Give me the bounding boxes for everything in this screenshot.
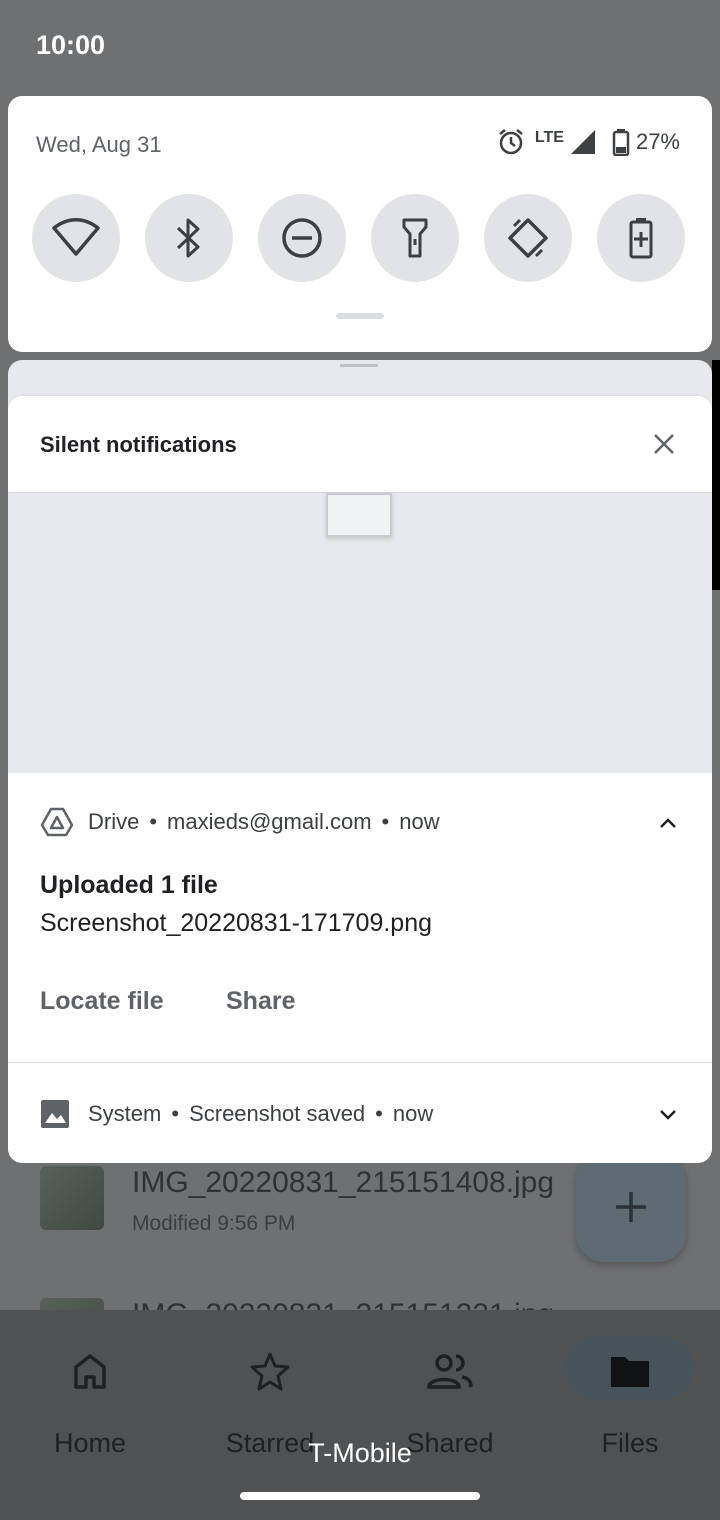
drive-icon [40,807,74,837]
people-icon [427,1354,473,1389]
notification-title: Uploaded 1 file [40,871,218,899]
blank-notification-area [8,492,712,773]
silent-notifications-header: Silent notifications [8,396,712,492]
date-label: Wed, Aug 31 [36,132,162,157]
collapse-button[interactable] [656,811,680,835]
separator-dot: • [171,1101,180,1126]
app-name: System [88,1101,162,1126]
file-thumbnail [40,1166,104,1230]
wifi-tile[interactable] [32,194,120,282]
network-type: LTE [534,129,564,146]
chevron-up-icon [660,818,676,828]
home-icon [74,1354,106,1389]
flashlight-tile[interactable] [371,194,459,282]
bluetooth-tile[interactable] [145,194,233,282]
image-icon [41,1100,69,1128]
expand-handle[interactable] [336,313,384,319]
share-button[interactable]: Share [226,987,295,1016]
divider [340,364,378,367]
signal-icon [570,130,595,154]
alarm-icon [499,129,523,155]
background-edge [712,360,720,590]
battery-icon [612,129,630,156]
flashlight-icon [402,218,428,258]
file-name: IMG_20220831_215151408.jpg [132,1166,555,1199]
file-thumbnail [40,1298,104,1310]
status-time: 10:00 [36,30,106,60]
battery-saver-tile[interactable] [597,194,685,282]
account-email: maxieds@gmail.com [167,809,372,834]
folder-icon [611,1357,649,1387]
bluetooth-icon [176,218,200,258]
clear-silent-button[interactable] [644,424,684,464]
carrier-label: T-Mobile [308,1438,412,1468]
bottom-navigation: Home Starred Shared Files [0,1310,720,1520]
separator-dot: • [375,1101,383,1126]
notification-time: now [399,809,440,834]
drive-notification[interactable]: Drive • maxieds@gmail.com • now Uploaded… [8,773,712,1063]
gesture-home-bar[interactable] [240,1492,480,1500]
file-row[interactable]: IMG_20220831_215151408.jpg Modified 9:56… [40,1166,554,1236]
separator-dot: • [149,809,158,834]
auto-rotate-icon [508,218,548,258]
status-icons: LTE 27% [497,128,680,156]
file-row[interactable]: IMG_20220831_215151221.jpg [40,1298,554,1310]
notification-header: System • Screenshot saved • now [40,1099,433,1129]
do-not-disturb-icon [282,218,322,258]
battery-saver-icon [629,218,653,259]
wifi-icon [52,218,100,256]
app-name: Drive [88,809,140,834]
notification-header: Drive • maxieds@gmail.com • now [40,807,440,837]
notification-time: now [392,1101,434,1126]
chevron-down-icon [660,1110,676,1120]
silent-notifications-title: Silent notifications [40,432,237,457]
add-button[interactable] [576,1152,686,1262]
auto-rotate-tile[interactable] [484,194,572,282]
close-icon [654,434,674,454]
star-icon [250,1352,290,1391]
placeholder-box [326,493,392,537]
file-name: IMG_20220831_215151221.jpg [132,1298,554,1310]
quick-settings-panel: Wed, Aug 31 LTE 27% [8,96,712,352]
notification-summary: Screenshot saved [189,1101,366,1126]
notification-text: Screenshot_20220831-171709.png [40,909,433,937]
expand-button[interactable] [656,1103,680,1127]
separator-dot: • [381,809,390,834]
dnd-tile[interactable] [258,194,346,282]
locate-file-button[interactable]: Locate file [40,987,164,1016]
battery-percent: 27% [635,129,680,154]
system-notification[interactable]: System • Screenshot saved • now [8,1063,712,1163]
plus-icon [616,1192,646,1222]
file-modified: Modified 9:56 PM [132,1212,296,1235]
